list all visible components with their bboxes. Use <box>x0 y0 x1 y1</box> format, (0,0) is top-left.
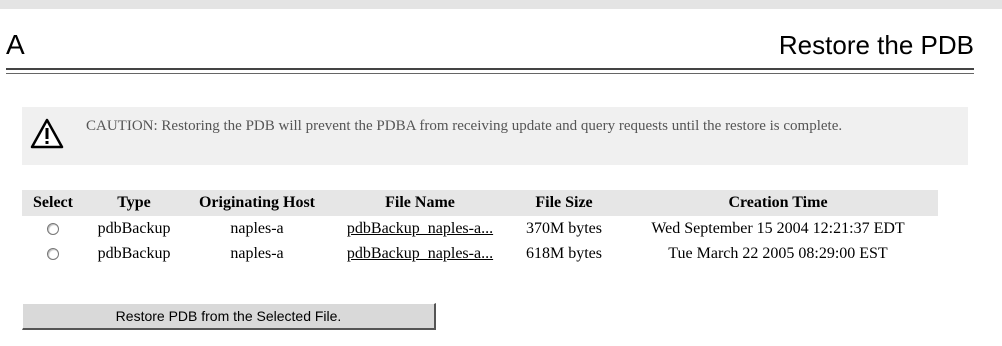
select-cell <box>22 241 84 266</box>
page-title: Restore the PDB <box>778 30 974 60</box>
host-cell: naples-a <box>230 219 284 237</box>
file-size-cell: 618M bytes <box>526 244 602 262</box>
col-creation-time: Creation Time <box>618 190 938 216</box>
select-cell <box>22 216 84 241</box>
file-name-link[interactable]: pdbBackup_naples-a... <box>347 220 493 237</box>
col-originating-host: Originating Host <box>184 190 330 216</box>
col-file-name: File Name <box>330 190 510 216</box>
host-cell: naples-a <box>230 244 284 262</box>
type-cell: pdbBackup <box>97 244 171 262</box>
select-radio[interactable] <box>47 247 59 260</box>
top-border <box>0 0 1002 9</box>
select-radio[interactable] <box>47 222 59 235</box>
col-select: Select <box>22 190 84 216</box>
backup-files-table: Select Type Originating Host File Name F… <box>22 190 938 266</box>
creation-time-cell: Tue March 22 2005 08:29:00 EST <box>668 244 888 262</box>
section-letter: A <box>6 29 25 60</box>
col-file-size: File Size <box>510 190 618 216</box>
file-name-link[interactable]: pdbBackup_naples-a... <box>347 245 493 262</box>
file-name-cell: pdbBackup_naples-a... <box>330 241 510 266</box>
caution-message: Restoring the PDB will prevent the PDBA … <box>161 118 843 134</box>
warning-triangle-icon <box>30 118 64 150</box>
caution-label: CAUTION: <box>86 118 158 134</box>
table-row: pdbBackup naples-a pdbBackup_naples-a...… <box>22 216 938 241</box>
caution-text: CAUTION: Restoring the PDB will prevent … <box>86 115 966 137</box>
header-rule-secondary <box>6 73 974 74</box>
header-rule <box>6 68 974 70</box>
file-size-cell: 370M bytes <box>526 219 602 237</box>
table-row: pdbBackup naples-a pdbBackup_naples-a...… <box>22 241 938 266</box>
type-cell: pdbBackup <box>97 219 171 237</box>
page-header: A Restore the PDB <box>6 28 974 68</box>
restore-pdb-button[interactable]: Restore PDB from the Selected File. <box>22 303 436 330</box>
caution-box: CAUTION: Restoring the PDB will prevent … <box>22 107 968 165</box>
col-type: Type <box>84 190 184 216</box>
file-name-cell: pdbBackup_naples-a... <box>330 216 510 241</box>
table-header-row: Select Type Originating Host File Name F… <box>22 190 938 216</box>
creation-time-cell: Wed September 15 2004 12:21:37 EDT <box>651 219 905 237</box>
